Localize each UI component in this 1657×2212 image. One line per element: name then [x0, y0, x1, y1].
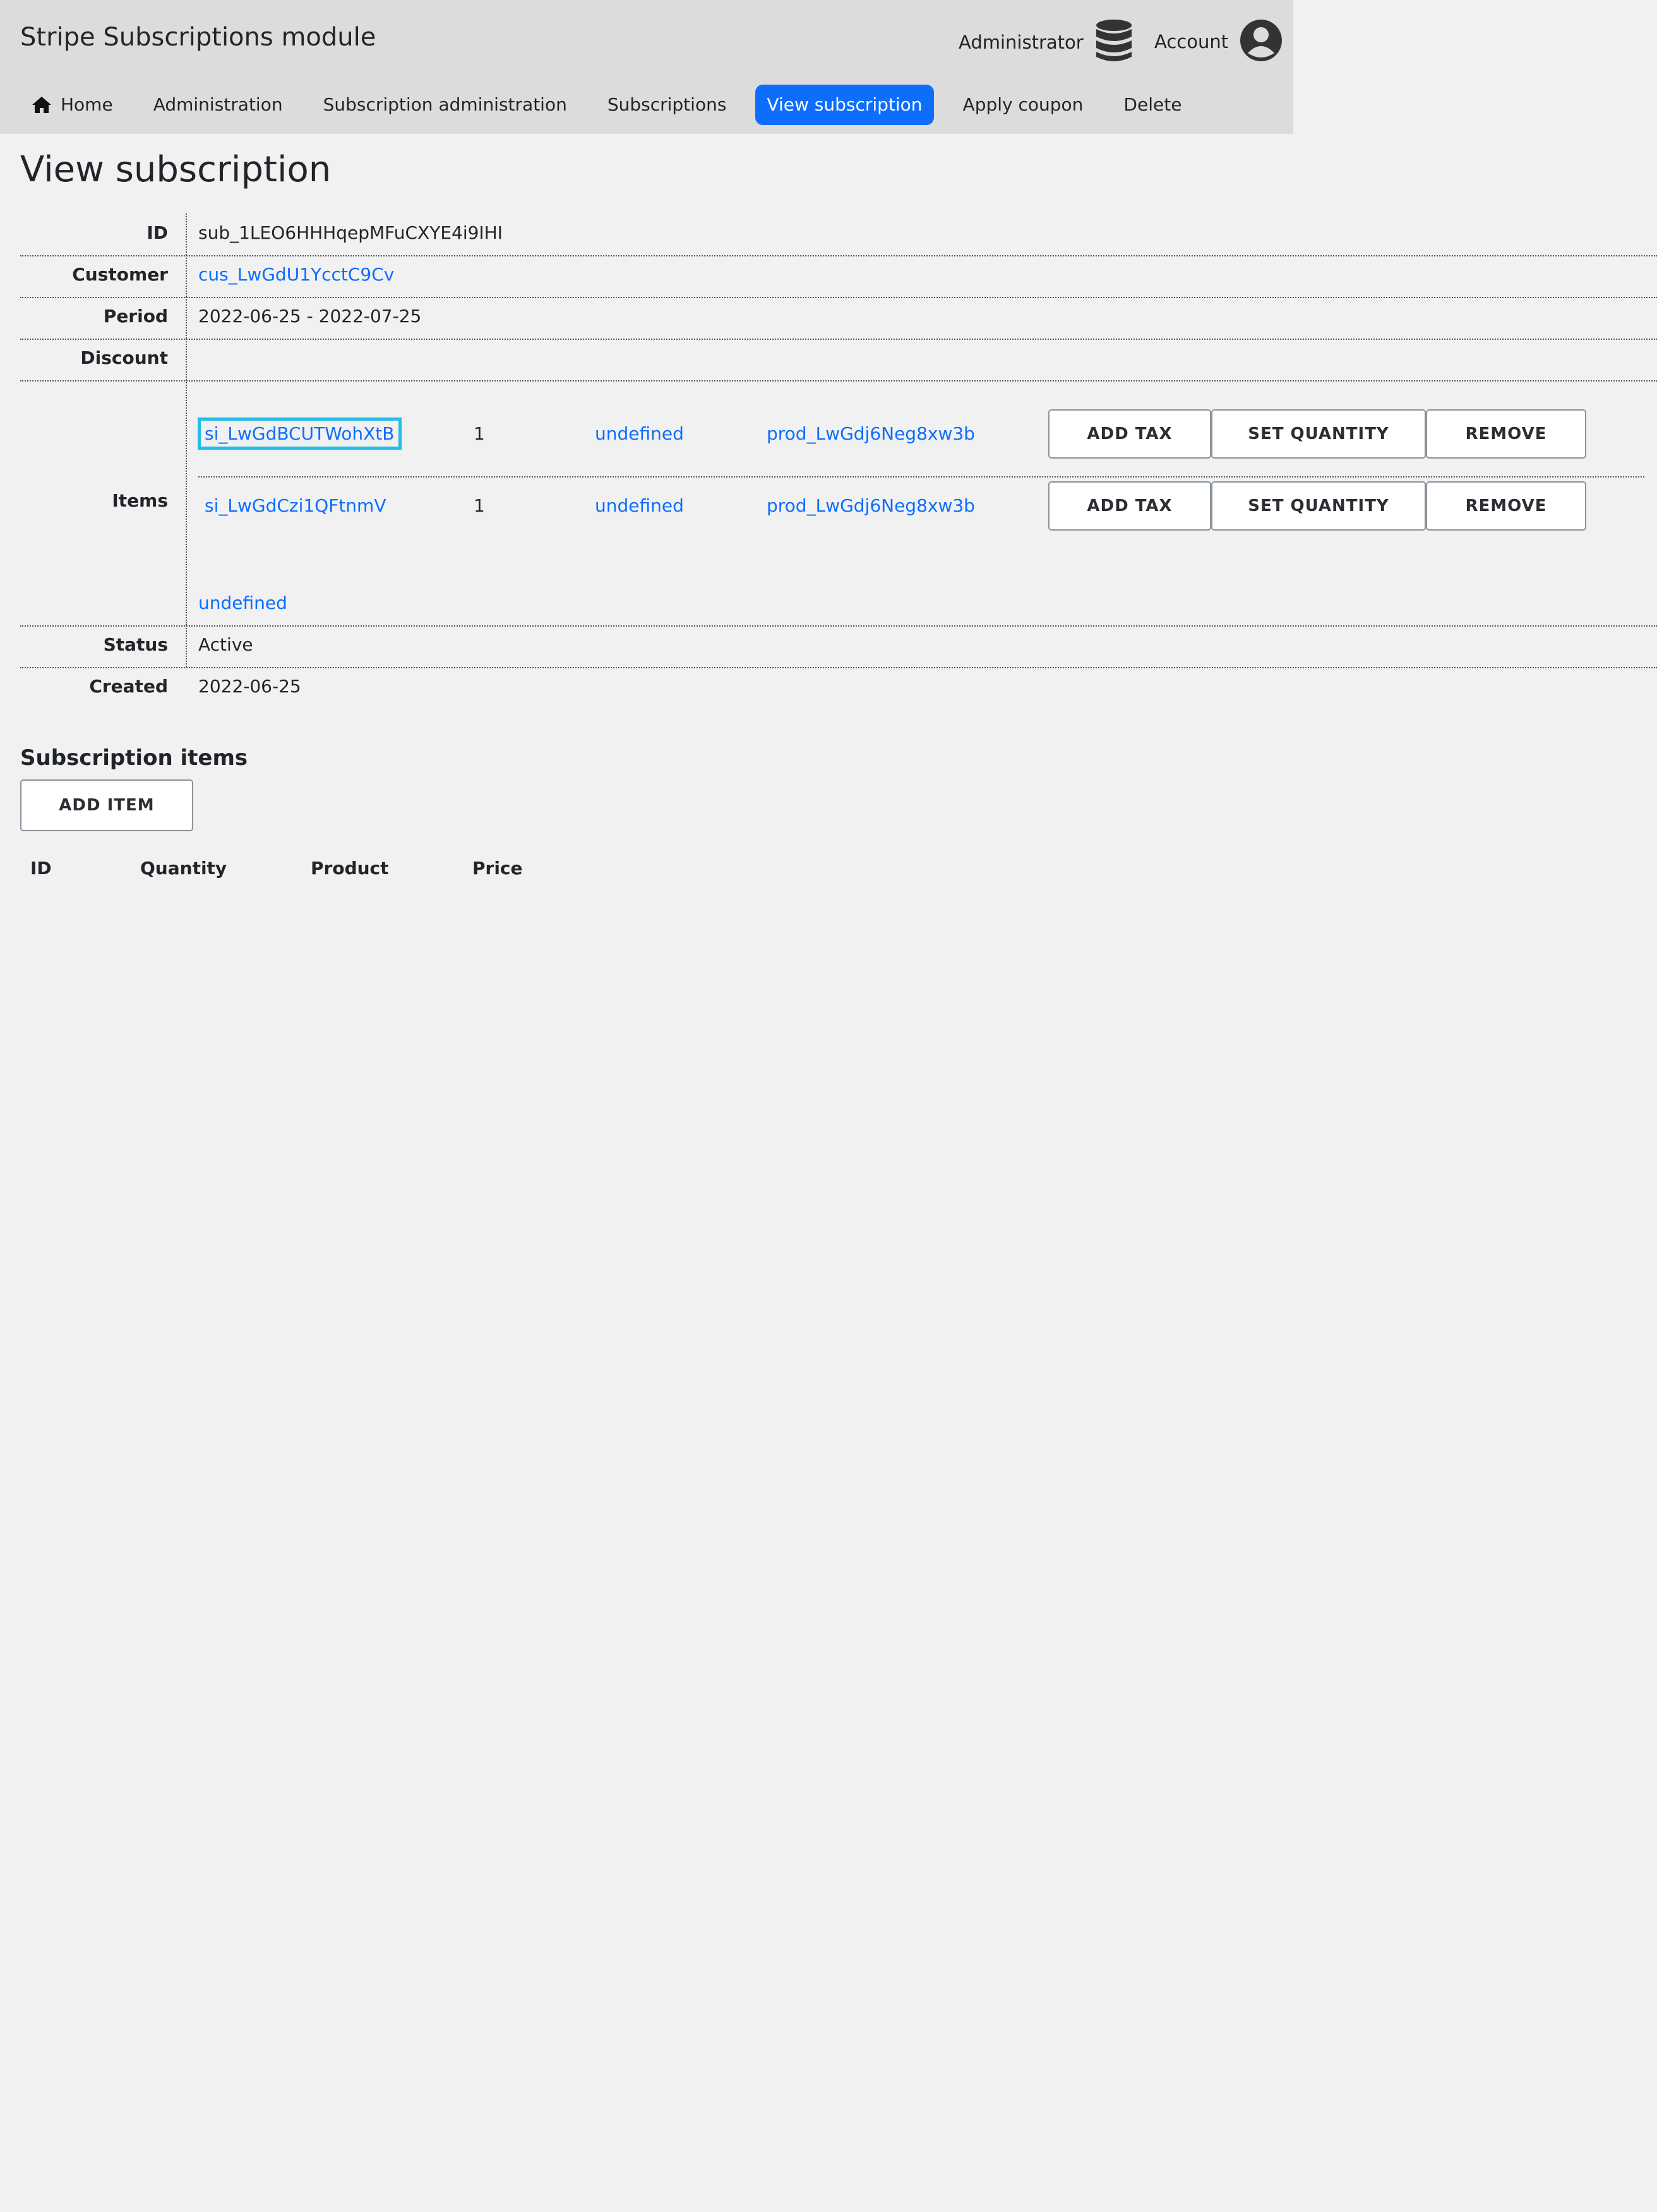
subscription-items-title: Subscription items: [20, 745, 248, 771]
item-product-link[interactable]: prod_LwGdj6Neg8xw3b: [767, 495, 975, 516]
detail-row-created: Created 2022-06-25: [20, 667, 1657, 709]
item-id-link[interactable]: si_LwGdCzi1QFtnmV: [205, 495, 386, 516]
created-label: Created: [89, 676, 168, 697]
nav-administration[interactable]: Administration: [142, 85, 294, 125]
detail-row-period: Period 2022-06-25 - 2022-07-25: [20, 297, 1657, 340]
detail-row-discount: Discount: [20, 339, 1657, 382]
set-quantity-button[interactable]: SET QUANTITY: [1211, 409, 1426, 459]
app-title: Stripe Subscriptions module: [20, 23, 376, 52]
item-id-link[interactable]: si_LwGdBCUTWohXtB: [198, 418, 402, 450]
item-price-link[interactable]: undefined: [595, 423, 684, 444]
set-quantity-button[interactable]: SET QUANTITY: [1211, 481, 1426, 531]
page-title: View subscription: [20, 149, 332, 190]
column-header-quantity: Quantity: [140, 858, 227, 879]
user-circle-icon: [1240, 19, 1283, 64]
column-header-price: Price: [472, 858, 523, 879]
created-value: 2022-06-25: [198, 676, 301, 697]
status-label: Status: [103, 634, 168, 655]
column-header-product: Product: [311, 858, 389, 879]
customer-label: Customer: [72, 264, 168, 285]
row-divider: [186, 625, 187, 667]
id-label: ID: [147, 222, 168, 243]
customer-link[interactable]: cus_LwGdU1YcctC9Cv: [198, 264, 394, 285]
item-quantity: 1: [474, 495, 485, 516]
item-row: si_LwGdBCUTWohXtB 1 undefined prod_LwGdj…: [198, 406, 1644, 478]
remove-button[interactable]: REMOVE: [1426, 481, 1586, 531]
account-menu[interactable]: Account: [1154, 19, 1283, 64]
discount-label: Discount: [80, 347, 168, 368]
row-divider: [186, 339, 187, 380]
add-tax-button[interactable]: ADD TAX: [1048, 481, 1211, 531]
detail-row-items: Items si_LwGdBCUTWohXtB 1 undefined prod…: [20, 380, 1657, 627]
items-label: Items: [112, 490, 168, 511]
nav-delete[interactable]: Delete: [1112, 85, 1193, 125]
administrator-menu[interactable]: Administrator: [959, 19, 1133, 66]
period-label: Period: [103, 306, 168, 327]
row-divider: [186, 213, 187, 255]
item-price-link[interactable]: undefined: [595, 495, 684, 516]
item-quantity: 1: [474, 423, 485, 444]
items-more-link[interactable]: undefined: [198, 592, 287, 613]
account-label: Account: [1154, 31, 1229, 52]
column-header-id: ID: [30, 858, 52, 879]
administrator-label: Administrator: [959, 32, 1084, 53]
nav-home-label: Home: [61, 94, 113, 115]
database-icon: [1095, 19, 1133, 66]
add-item-button[interactable]: ADD ITEM: [20, 779, 193, 831]
detail-row-status: Status Active: [20, 625, 1657, 668]
remove-button[interactable]: REMOVE: [1426, 409, 1586, 459]
row-divider: [186, 380, 187, 625]
home-icon: [32, 95, 52, 114]
status-value: Active: [198, 634, 253, 655]
app-header: Stripe Subscriptions module Administrato…: [0, 0, 1293, 134]
period-value: 2022-06-25 - 2022-07-25: [198, 306, 422, 327]
nav-subscriptions[interactable]: Subscriptions: [596, 85, 738, 125]
row-divider: [186, 297, 187, 339]
nav-subscription-administration[interactable]: Subscription administration: [312, 85, 578, 125]
add-tax-button[interactable]: ADD TAX: [1048, 409, 1211, 459]
nav-view-subscription[interactable]: View subscription: [755, 85, 934, 125]
item-product-link[interactable]: prod_LwGdj6Neg8xw3b: [767, 423, 975, 444]
detail-row-id: ID sub_1LEO6HHHqepMFuCXYE4i9IHI: [20, 213, 1657, 256]
subscription-id-value: sub_1LEO6HHHqepMFuCXYE4i9IHI: [198, 222, 503, 243]
nav-apply-coupon[interactable]: Apply coupon: [952, 85, 1095, 125]
nav-home[interactable]: Home: [20, 85, 124, 125]
detail-row-customer: Customer cus_LwGdU1YcctC9Cv: [20, 255, 1657, 298]
row-divider: [186, 255, 187, 297]
breadcrumb-nav: Home Administration Subscription adminis…: [20, 85, 1211, 125]
item-row: si_LwGdCzi1QFtnmV 1 undefined prod_LwGdj…: [198, 478, 1644, 548]
